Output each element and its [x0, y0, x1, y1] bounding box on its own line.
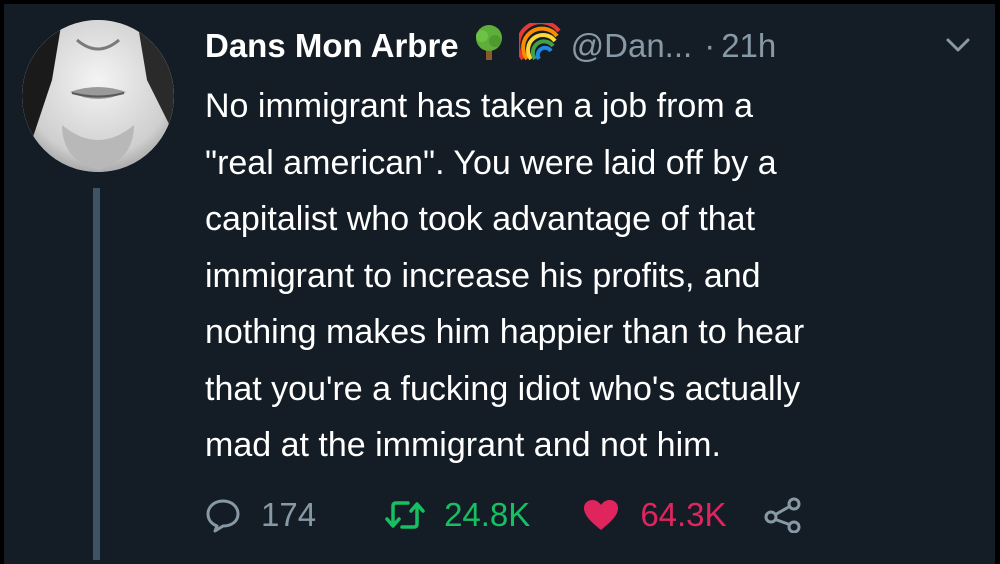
tweet-header: Dans Mon Arbre @Dan... · 21h [205, 20, 776, 69]
avatar[interactable] [22, 20, 174, 172]
avatar-face-image [22, 20, 174, 172]
separator-dot: · [704, 27, 716, 64]
heart-icon [582, 498, 620, 532]
share-button[interactable] [763, 497, 803, 533]
timestamp[interactable]: 21h [721, 27, 776, 65]
like-button[interactable]: 64.3K [582, 496, 727, 534]
tweet-text: No immigrant has taken a job from a "rea… [205, 78, 975, 474]
thread-line [93, 188, 100, 560]
tweet-text-line: No immigrant has taken a job from a [205, 87, 754, 125]
tweet-text-line: mad at the immigrant and not him. [205, 426, 721, 464]
retweet-count: 24.8K [444, 496, 531, 533]
retweet-icon [384, 498, 426, 532]
tweet-text-line: nothing makes him happier than to hear [205, 313, 805, 351]
reply-button[interactable]: 174 [205, 496, 316, 534]
tree-emoji-icon [469, 23, 509, 69]
tweet-text-line: capitalist who took advantage of that [205, 200, 756, 238]
share-icon [763, 497, 803, 533]
reply-icon [205, 497, 241, 533]
user-handle[interactable]: @Dan... [571, 27, 693, 65]
tweet-text-line: "real american". You were laid off by a [205, 143, 777, 182]
tweet-text-line: immigrant to increase his profits, and [205, 256, 761, 295]
tweet-actions: 174 24.8K 64.3K [205, 490, 803, 540]
chevron-down-icon[interactable] [940, 30, 976, 60]
tweet-text-line: that you're a fucking idiot who's actual… [205, 369, 801, 408]
display-name[interactable]: Dans Mon Arbre [205, 27, 459, 65]
reply-count: 174 [261, 496, 317, 533]
like-count: 64.3K [640, 496, 727, 533]
rainbow-emoji-icon [515, 20, 561, 69]
retweet-button[interactable]: 24.8K [384, 496, 530, 534]
